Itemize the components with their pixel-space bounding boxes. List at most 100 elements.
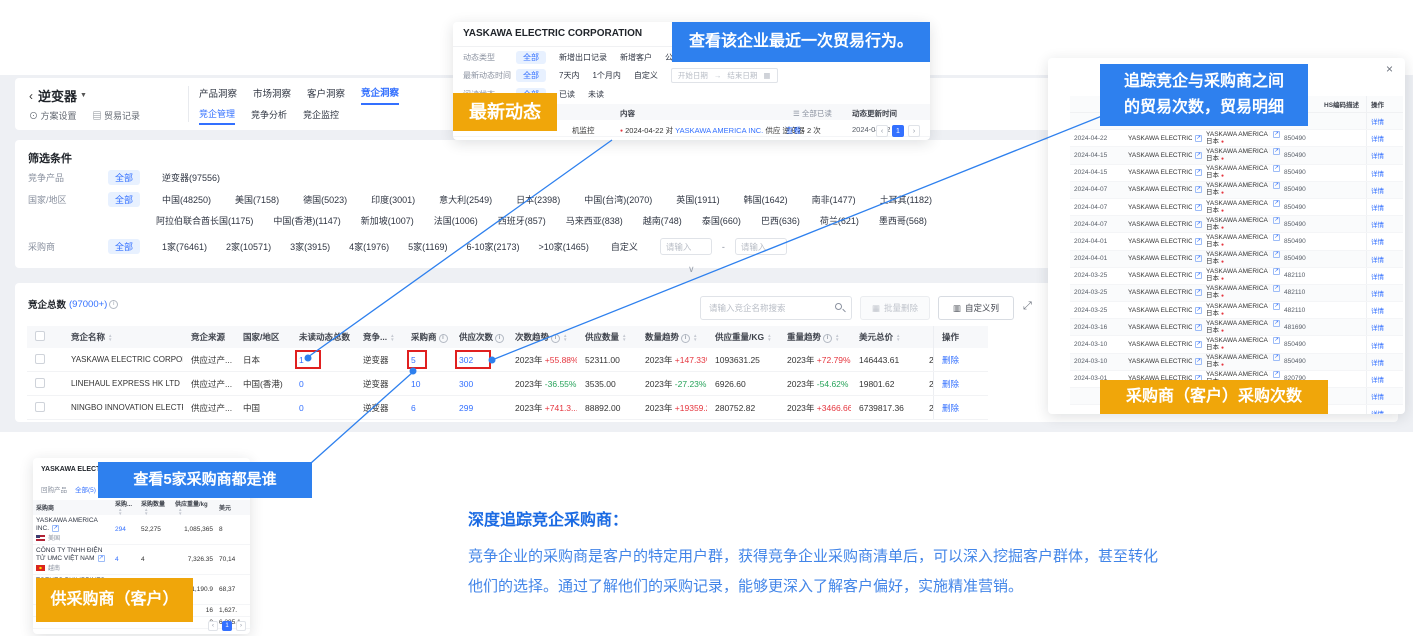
mark-all-read-button[interactable]: ☰ 全部已读 bbox=[793, 108, 832, 119]
unread-count[interactable]: 1 bbox=[291, 355, 355, 365]
open-company-icon[interactable]: ↗ bbox=[98, 555, 105, 562]
open-company-icon[interactable]: ↗ bbox=[1195, 169, 1202, 176]
open-company-icon[interactable]: ↗ bbox=[1195, 238, 1202, 245]
detail-link[interactable]: 详情 bbox=[1371, 254, 1384, 264]
trade-row[interactable]: 2024-04-15 YASKAWA ELECTRIC CORP...↗ YAS… bbox=[1070, 165, 1403, 182]
trade-records-button[interactable]: ▤ 贸易记录 bbox=[93, 109, 141, 122]
open-company-icon[interactable]: ↗ bbox=[1195, 324, 1202, 331]
buyer-company-link[interactable]: YASKAWA AMERICA INC. bbox=[675, 126, 763, 135]
activity-type-all[interactable]: 全部 bbox=[516, 51, 546, 64]
open-company-icon[interactable]: ↗ bbox=[1273, 148, 1280, 155]
buyers-min-input[interactable] bbox=[660, 238, 712, 255]
detail-link[interactable]: 详情 bbox=[1371, 340, 1384, 350]
filter-buyers-all[interactable]: 全部 bbox=[108, 239, 140, 254]
custom-columns-button[interactable]: ▥自定义列 bbox=[938, 296, 1014, 320]
subtab-competitor-management[interactable]: 竞企管理 bbox=[199, 107, 235, 125]
detail-link[interactable]: 详情 bbox=[1371, 150, 1384, 160]
view-link[interactable]: 查看 bbox=[786, 125, 801, 136]
country-filter-chip[interactable]: 南非(1477) bbox=[812, 193, 856, 206]
detail-link[interactable]: 详情 bbox=[1371, 288, 1384, 298]
open-company-icon[interactable]: ↗ bbox=[1195, 289, 1202, 296]
detail-link[interactable]: 详情 bbox=[1371, 133, 1384, 143]
detail-link[interactable]: 详情 bbox=[1371, 374, 1384, 384]
open-company-icon[interactable]: ↗ bbox=[1273, 371, 1280, 378]
detail-link[interactable]: 详情 bbox=[1371, 116, 1384, 126]
supply-times-link[interactable]: 300 bbox=[451, 379, 507, 389]
country-filter-chip[interactable]: 德国(5023) bbox=[303, 193, 347, 206]
next-page-button[interactable]: › bbox=[908, 125, 920, 137]
country-filter-chip[interactable]: 巴西(636) bbox=[761, 214, 800, 227]
country-filter-chip[interactable]: 荷兰(621) bbox=[820, 214, 859, 227]
buyers-max-input[interactable] bbox=[735, 238, 787, 255]
unread-count[interactable]: 0 bbox=[291, 379, 355, 389]
trade-row[interactable]: 2024-04-22 YASKAWA ELECTRIC CORP...↗ YAS… bbox=[1070, 130, 1403, 147]
next-page-button[interactable]: › bbox=[236, 621, 246, 631]
open-company-icon[interactable]: ↗ bbox=[1273, 354, 1280, 361]
buyer-count-link[interactable]: 10 bbox=[403, 379, 451, 389]
chevron-down-icon[interactable]: ▼ bbox=[80, 92, 87, 99]
prev-page-button[interactable]: ‹ bbox=[208, 621, 218, 631]
delete-row-link[interactable]: 删除 bbox=[942, 354, 959, 366]
read-state-option[interactable]: 已读 bbox=[559, 89, 575, 100]
activity-type-option[interactable]: 新增出口记录 bbox=[559, 52, 607, 63]
detail-link[interactable]: 详情 bbox=[1371, 322, 1384, 332]
open-company-icon[interactable]: ↗ bbox=[1195, 341, 1202, 348]
country-filter-chip[interactable]: 阿拉伯联合酋长国(1175) bbox=[156, 214, 253, 227]
collapse-chevron-icon[interactable]: ∨ bbox=[688, 264, 695, 275]
buy-times[interactable]: 294 bbox=[112, 524, 138, 535]
open-company-icon[interactable]: ↗ bbox=[1195, 307, 1202, 314]
trade-row[interactable]: 2024-04-01 YASKAWA ELECTRIC CORP...↗ YAS… bbox=[1070, 233, 1403, 250]
page-1-button[interactable]: 1 bbox=[222, 621, 232, 631]
row-checkbox[interactable] bbox=[35, 354, 45, 364]
trade-row[interactable]: 2024-04-01 YASKAWA ELECTRIC CORP...↗ YAS… bbox=[1070, 251, 1403, 268]
table-row[interactable]: NINGBO INNOVATION ELECTRONI↗ 供应过产... 中国 … bbox=[27, 396, 988, 420]
country-filter-chip[interactable]: 印度(3001) bbox=[371, 193, 415, 206]
buyer-count-chip[interactable]: 5家(1169) bbox=[408, 240, 447, 253]
close-icon[interactable]: × bbox=[1386, 62, 1393, 76]
open-company-icon[interactable]: ↗ bbox=[1195, 135, 1202, 142]
col-qty-trend[interactable]: 数量趋势i▲▼ bbox=[637, 331, 707, 343]
batch-delete-button[interactable]: ▦批量删除 bbox=[860, 296, 930, 320]
info-icon[interactable]: i bbox=[109, 300, 118, 309]
country-filter-chip[interactable]: 泰国(660) bbox=[702, 214, 741, 227]
trade-row[interactable]: 2024-04-15 YASKAWA ELECTRIC CORP...↗ YAS… bbox=[1070, 147, 1403, 164]
trade-row[interactable]: 2024-03-25 YASKAWA ELECTRIC CORP...↗ YAS… bbox=[1070, 302, 1403, 319]
open-company-icon[interactable]: ↗ bbox=[1273, 217, 1280, 224]
open-company-icon[interactable]: ↗ bbox=[1273, 131, 1280, 138]
trade-row[interactable]: 2024-03-10 YASKAWA ELECTRIC CORP...↗ YAS… bbox=[1070, 336, 1403, 353]
country-filter-chip[interactable]: 美国(7158) bbox=[235, 193, 279, 206]
subtab-competition-analysis[interactable]: 竞争分析 bbox=[251, 108, 287, 124]
country-filter-chip[interactable]: 英国(1911) bbox=[676, 193, 719, 206]
supply-times-link[interactable]: 299 bbox=[451, 403, 507, 413]
scheme-title[interactable]: 逆变器 bbox=[38, 86, 77, 105]
country-filter-chip[interactable]: 中国(台湾)(2070) bbox=[584, 193, 652, 206]
col-name[interactable]: 竞企名称▲▼ bbox=[63, 331, 183, 343]
buyer-count-chip[interactable]: 3家(3915) bbox=[290, 240, 330, 253]
open-company-icon[interactable]: ↗ bbox=[1273, 320, 1280, 327]
buyer-count-link[interactable]: 5 bbox=[403, 355, 451, 365]
tab-product-insight[interactable]: 产品洞察 bbox=[199, 86, 237, 104]
supply-times-link[interactable]: 302 bbox=[451, 355, 507, 365]
unread-count[interactable]: 0 bbox=[291, 403, 355, 413]
open-company-icon[interactable]: ↗ bbox=[1195, 272, 1202, 279]
open-company-icon[interactable]: ↗ bbox=[1195, 221, 1202, 228]
open-company-icon[interactable]: ↗ bbox=[1273, 285, 1280, 292]
tab-market-insight[interactable]: 市场洞察 bbox=[253, 86, 291, 104]
filter-product-item[interactable]: 逆变器(97556) bbox=[162, 171, 220, 184]
country-filter-chip[interactable]: 越南(748) bbox=[643, 214, 682, 227]
detail-link[interactable]: 详情 bbox=[1371, 202, 1384, 212]
subtab-competitor-monitoring[interactable]: 竞企监控 bbox=[303, 108, 339, 124]
col-times[interactable]: 供应次数i▲▼ bbox=[451, 331, 507, 343]
buyers-filter-all[interactable]: 全部(5) bbox=[75, 484, 96, 494]
activity-time-option[interactable]: 1个月内 bbox=[592, 70, 620, 81]
open-company-icon[interactable]: ↗ bbox=[1195, 255, 1202, 262]
open-company-icon[interactable]: ↗ bbox=[1273, 303, 1280, 310]
competitor-search-input[interactable] bbox=[700, 296, 852, 320]
detail-link[interactable]: 详情 bbox=[1371, 168, 1384, 178]
buyer-row[interactable]: CÔNG TY TNHH ĐIỆN TỬ UMC VIỆT NAM↗ 越南 4 … bbox=[33, 545, 250, 575]
open-company-icon[interactable]: ↗ bbox=[1195, 358, 1202, 365]
open-company-icon[interactable]: ↗ bbox=[1195, 204, 1202, 211]
prev-page-button[interactable]: ‹ bbox=[876, 125, 888, 137]
buyer-count-chip[interactable]: 1家(76461) bbox=[162, 240, 207, 253]
buyer-count-chip[interactable]: 6-10家(2173) bbox=[467, 240, 520, 253]
